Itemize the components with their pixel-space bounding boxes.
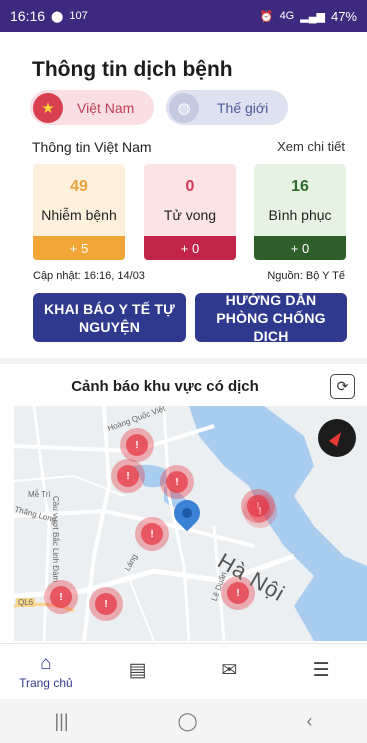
section-divider [0, 358, 367, 364]
bottom-navigation: ⌂ Trang chủ ▤ ✉ ☰ [0, 643, 367, 699]
outbreak-hotspot[interactable]: ! [120, 428, 154, 462]
recovered-delta: + 0 [254, 236, 346, 260]
message-icon: ✉ [221, 659, 238, 681]
death-label: Tử vong [163, 207, 217, 223]
map-title: Cảnh báo khu vực có dịch [71, 378, 259, 395]
battery-level: 47% [330, 8, 357, 24]
recent-apps-icon[interactable]: ||| [54, 711, 68, 732]
notification-icon: ⬤ [51, 10, 64, 23]
nav-home-label: Trang chủ [19, 675, 73, 690]
street-label: QL6 [16, 598, 36, 607]
refresh-icon[interactable]: ⟳ [330, 374, 355, 399]
nav-chart[interactable]: ▤ [92, 644, 184, 699]
outbreak-hotspot[interactable]: ! [243, 494, 277, 528]
home-circle-icon[interactable]: ◯ [177, 711, 197, 732]
page-title: Thông tin dịch bệnh [32, 58, 233, 81]
health-declaration-button[interactable]: KHAI BÁO Y TẾ TỰ NGUYỆN [33, 293, 186, 342]
outbreak-hotspot[interactable]: ! [44, 580, 78, 614]
tab-vietnam[interactable]: ★ Việt Nam [30, 90, 154, 125]
signal-icon: ▂▄▆ [300, 10, 325, 23]
nav-home[interactable]: ⌂ Trang chủ [0, 644, 92, 699]
update-time: Cập nhật: 16:16, 14/03 [33, 270, 145, 282]
recovered-card: 16 Bình phục + 0 [254, 164, 346, 260]
globe-icon: ◍ [169, 92, 199, 123]
compass-icon[interactable] [318, 419, 356, 457]
tab-world[interactable]: ◍ Thế giới [166, 90, 288, 125]
view-detail-link[interactable]: Xem chi tiết [277, 139, 345, 154]
infected-delta: + 5 [33, 236, 125, 260]
recovered-label: Bình phục [268, 207, 332, 223]
street-label: Mễ Trì [28, 490, 51, 499]
outbreak-hotspot[interactable]: ! [111, 459, 145, 493]
tab-vietnam-label: Việt Nam [77, 99, 135, 116]
chart-icon: ▤ [128, 659, 147, 681]
section-title: Thông tin Việt Nam [32, 139, 152, 155]
status-bar: 16:16 ⬤ 107 ⏰ 4G ▂▄▆ 47% [0, 0, 367, 32]
death-card: 0 Tử vong + 0 [144, 164, 236, 260]
home-icon: ⌂ [40, 652, 52, 674]
notif-count: 107 [69, 10, 88, 22]
clock: 16:16 [10, 8, 46, 24]
nav-menu[interactable]: ☰ [275, 644, 367, 699]
alarm-icon: ⏰ [259, 10, 274, 23]
menu-icon: ☰ [312, 659, 330, 681]
outbreak-hotspot[interactable]: ! [89, 587, 123, 621]
outbreak-hotspot[interactable]: ! [135, 517, 169, 551]
prevention-guide-button[interactable]: HƯỚNG DẪN PHÒNG CHỐNG DỊCH [195, 292, 347, 344]
network-type: 4G [279, 10, 295, 22]
region-toggle: ★ Việt Nam ◍ Thế giới [30, 90, 288, 125]
infected-count: 49 [70, 178, 88, 195]
tab-world-label: Thế giới [217, 99, 269, 116]
back-icon[interactable]: ‹ [307, 711, 313, 732]
street-label: Cầu vượt Bắc Linh Đàm [51, 496, 60, 583]
infected-card: 49 Nhiễm bệnh + 5 [33, 164, 125, 260]
death-count: 0 [185, 178, 195, 195]
outbreak-hotspot[interactable]: ! [160, 465, 194, 499]
data-source: Nguồn: Bộ Y Tế [267, 270, 345, 282]
death-delta: + 0 [144, 236, 236, 260]
infected-label: Nhiễm bệnh [41, 207, 117, 223]
nav-messages[interactable]: ✉ [184, 644, 276, 699]
recovered-count: 16 [291, 178, 309, 195]
vietnam-flag-icon: ★ [33, 92, 63, 123]
system-navigation-bar: ||| ◯ ‹ [0, 699, 367, 743]
